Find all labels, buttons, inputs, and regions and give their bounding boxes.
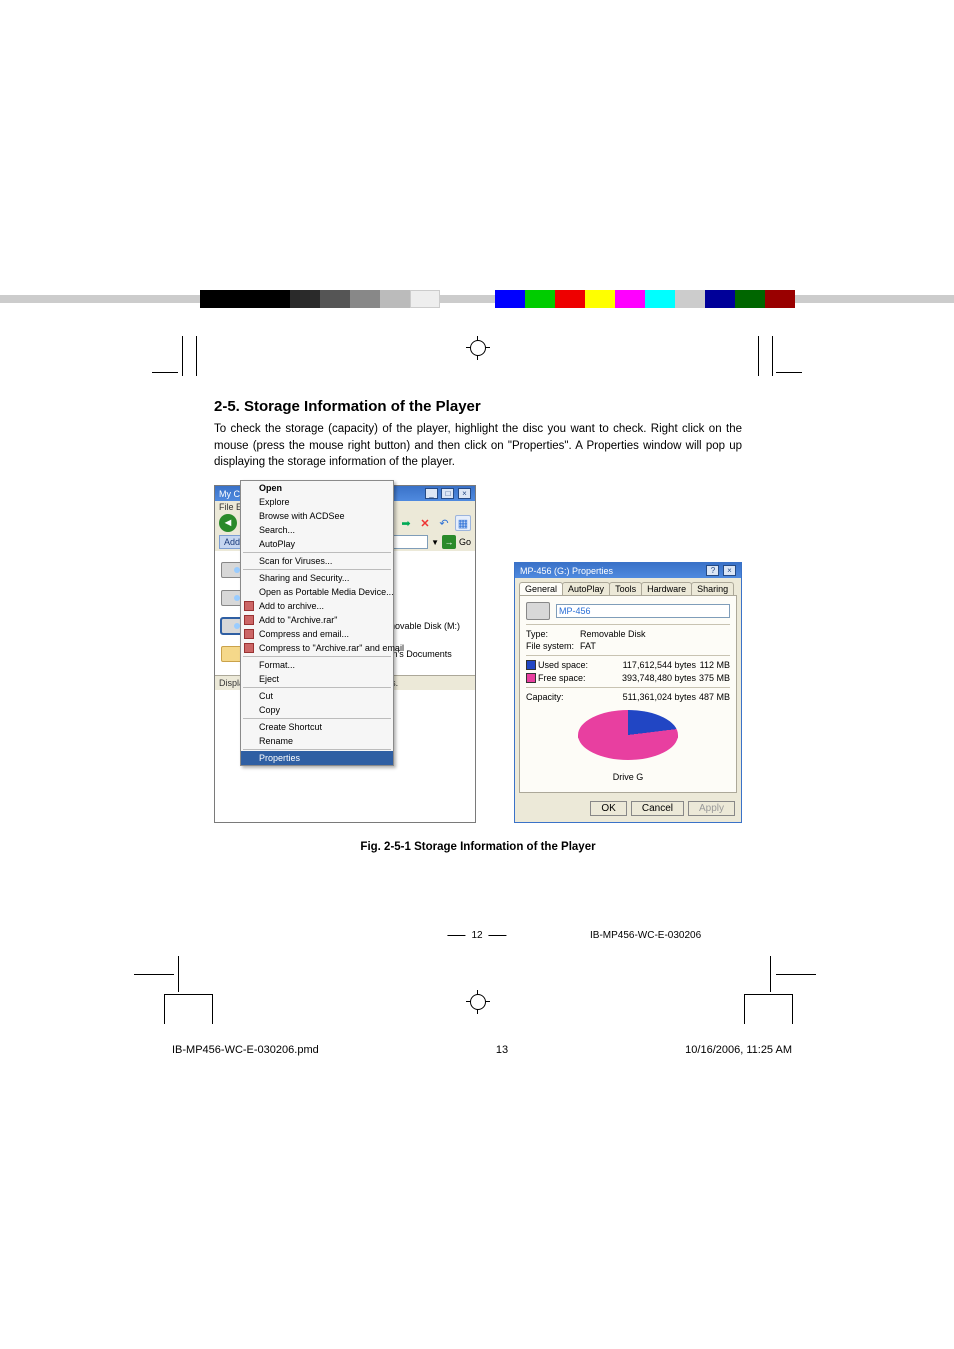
menu-cut[interactable]: Cut (241, 689, 393, 703)
back-button[interactable]: ◄ (219, 514, 237, 532)
window-buttons[interactable]: _ □ × (424, 488, 471, 499)
free-label: Free space: (538, 673, 590, 683)
help-icon[interactable]: ? (706, 565, 719, 576)
used-swatch (526, 660, 536, 670)
used-label: Used space: (538, 660, 590, 670)
document-number: IB-MP456-WC-E-030206 (590, 930, 701, 941)
undo-icon[interactable]: ↶ (436, 515, 452, 531)
properties-tabs: General AutoPlay Tools Hardware Sharing (515, 578, 741, 595)
used-mb: 112 MB (696, 660, 730, 670)
menu-eject[interactable]: Eject (241, 672, 393, 686)
tab-autoplay[interactable]: AutoPlay (562, 582, 610, 595)
volume-icon (526, 602, 550, 620)
figure-row: Open Explore Browse with ACDSee Search..… (214, 485, 742, 823)
pmd-timestamp: 10/16/2006, 11:25 AM (685, 1044, 792, 1056)
apply-button[interactable]: Apply (688, 801, 735, 816)
menu-open[interactable]: Open (241, 481, 393, 495)
registration-mark-bottom (466, 990, 490, 1014)
menu-compress-rar-email[interactable]: Compress to "Archive.rar" and email (241, 641, 393, 655)
capacity-bytes: 511,361,024 bytes (590, 692, 696, 702)
menu-compress-email[interactable]: Compress and email... (241, 627, 393, 641)
menu-rename[interactable]: Rename (241, 734, 393, 748)
section-paragraph: To check the storage (capacity) of the p… (214, 421, 742, 471)
properties-title: MP-456 (G:) Properties (520, 566, 613, 576)
menu-search[interactable]: Search... (241, 523, 393, 537)
drive-pie-label: Drive G (526, 772, 730, 782)
fs-value: FAT (580, 641, 730, 651)
figure-caption: Fig. 2-5-1 Storage Information of the Pl… (214, 841, 742, 853)
page-number: 12 (447, 930, 506, 941)
menu-add-archive[interactable]: Add to archive... (241, 599, 393, 613)
cancel-button[interactable]: Cancel (631, 801, 684, 816)
menu-sharing[interactable]: Sharing and Security... (241, 571, 393, 585)
free-swatch (526, 673, 536, 683)
pie-chart (578, 710, 678, 770)
rar-icon (244, 615, 254, 625)
go-label: Go (459, 537, 471, 547)
close-icon[interactable]: × (723, 565, 736, 576)
type-label: Type: (526, 629, 580, 639)
menu-scan-viruses[interactable]: Scan for Viruses... (241, 554, 393, 568)
printer-color-bars (0, 290, 954, 308)
rar-icon (244, 643, 254, 653)
menu-portable-media[interactable]: Open as Portable Media Device... (241, 585, 393, 599)
volume-name-field[interactable] (556, 604, 730, 618)
menu-properties[interactable]: Properties (241, 751, 393, 765)
copy-to-icon[interactable]: ➡ (398, 515, 414, 531)
tab-sharing[interactable]: Sharing (691, 582, 734, 595)
pmd-page: 13 (496, 1044, 508, 1056)
delete-icon[interactable]: ✕ (417, 515, 433, 531)
free-mb: 375 MB (696, 673, 730, 683)
ok-button[interactable]: OK (590, 801, 626, 816)
section-heading: 2-5. Storage Information of the Player (214, 398, 742, 415)
capacity-mb: 487 MB (696, 692, 730, 702)
explorer-window: Open Explore Browse with ACDSee Search..… (214, 485, 476, 823)
tab-hardware[interactable]: Hardware (641, 582, 692, 595)
pmd-footer: IB-MP456-WC-E-030206.pmd 13 10/16/2006, … (172, 1044, 792, 1056)
rar-icon (244, 629, 254, 639)
properties-dialog: MP-456 (G:) Properties ? × General AutoP… (514, 562, 742, 823)
menu-create-shortcut[interactable]: Create Shortcut (241, 720, 393, 734)
close-icon[interactable]: × (458, 488, 471, 499)
menu-copy[interactable]: Copy (241, 703, 393, 717)
rar-icon (244, 601, 254, 611)
menu-explore[interactable]: Explore (241, 495, 393, 509)
context-menu[interactable]: Open Explore Browse with ACDSee Search..… (240, 480, 394, 766)
tab-general[interactable]: General (519, 582, 563, 595)
pmd-filename: IB-MP456-WC-E-030206.pmd (172, 1044, 319, 1056)
properties-titlebar: MP-456 (G:) Properties ? × (515, 563, 741, 578)
registration-mark-top (466, 336, 490, 360)
views-icon[interactable]: ▦ (455, 515, 471, 531)
free-bytes: 393,748,480 bytes (590, 673, 696, 683)
menu-autoplay[interactable]: AutoPlay (241, 537, 393, 551)
fs-label: File system: (526, 641, 580, 651)
tab-body-general: Type: Removable Disk File system: FAT Us… (519, 595, 737, 793)
type-value: Removable Disk (580, 629, 730, 639)
minimize-icon[interactable]: _ (425, 488, 438, 499)
capacity-label: Capacity: (526, 692, 590, 702)
menu-browse-acdsee[interactable]: Browse with ACDSee (241, 509, 393, 523)
go-button[interactable]: → (442, 535, 456, 549)
menu-add-archive-rar[interactable]: Add to "Archive.rar" (241, 613, 393, 627)
tab-tools[interactable]: Tools (609, 582, 642, 595)
maximize-icon[interactable]: □ (441, 488, 454, 499)
menu-format[interactable]: Format... (241, 658, 393, 672)
used-bytes: 117,612,544 bytes (590, 660, 696, 670)
